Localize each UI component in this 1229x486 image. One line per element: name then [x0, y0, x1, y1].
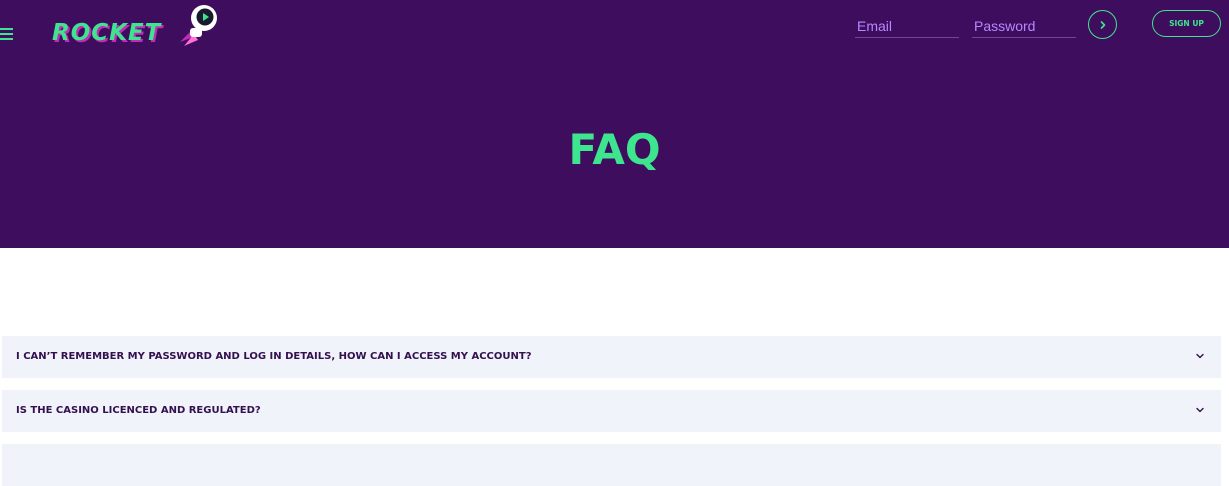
page-title: FAQ [568, 125, 661, 174]
email-field[interactable] [855, 14, 959, 38]
hamburger-menu-icon[interactable] [0, 26, 13, 42]
chevron-right-icon [1100, 20, 1105, 29]
astronaut-rocket-icon [180, 5, 217, 46]
password-field[interactable] [972, 14, 1076, 38]
signup-button[interactable]: SIGN UP [1152, 10, 1221, 37]
faq-question: IS THE CASINO LICENCED AND REGULATED? [16, 405, 261, 416]
faq-question: I CAN’T REMEMBER MY PASSWORD AND LOG IN … [16, 351, 532, 362]
faq-item-licence[interactable]: IS THE CASINO LICENCED AND REGULATED? [2, 390, 1221, 432]
hero-banner: ROCKET SIGN UP FAQ [0, 0, 1229, 248]
site-logo[interactable]: ROCKET [52, 2, 222, 48]
brand-name: ROCKET [52, 20, 162, 46]
chevron-down-icon [1196, 353, 1204, 359]
faq-item-password[interactable]: I CAN’T REMEMBER MY PASSWORD AND LOG IN … [2, 336, 1221, 378]
faq-item-next[interactable] [2, 444, 1221, 486]
chevron-down-icon [1196, 407, 1204, 413]
login-submit-button[interactable] [1088, 10, 1117, 39]
